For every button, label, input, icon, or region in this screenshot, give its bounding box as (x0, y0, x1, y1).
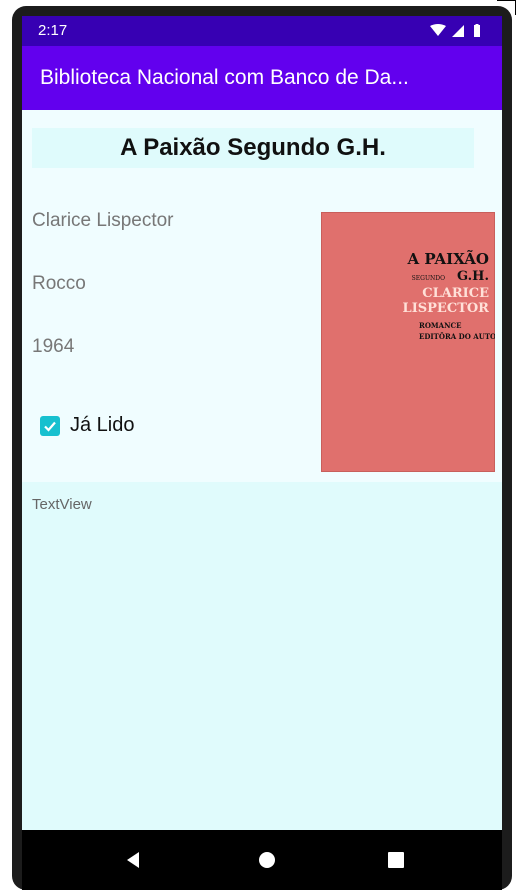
app-bar: Biblioteca Nacional com Banco de Da... (22, 46, 502, 110)
recents-button[interactable] (366, 830, 426, 890)
book-title: A Paixão Segundo G.H. (32, 128, 474, 168)
signal-icon (452, 25, 464, 37)
cover-title-line2: G.H. (457, 269, 489, 284)
back-icon (127, 852, 139, 868)
book-publisher: Rocco (32, 273, 86, 294)
cover-editora: EDITÔRA DO AUTOR (419, 332, 495, 341)
status-icons (430, 24, 480, 37)
wifi-icon (430, 24, 446, 36)
home-button[interactable] (237, 830, 297, 890)
book-author: Clarice Lispector (32, 210, 174, 231)
home-icon (259, 852, 275, 868)
recents-icon (388, 852, 404, 868)
check-icon (44, 421, 56, 432)
book-year: 1964 (32, 336, 75, 357)
cover-author-line1: CLARICE (422, 286, 489, 301)
app-title: Biblioteca Nacional com Banco de Da... (40, 66, 409, 89)
cover-title-small: SEGUNDO (412, 275, 445, 282)
cover-author-line2: LISPECTOR (403, 301, 490, 316)
battery-icon (474, 24, 480, 37)
cover-romance: ROMANCE (419, 321, 461, 330)
cover-title-line1: A PAIXÃO (406, 249, 489, 268)
status-time: 2:17 (38, 22, 68, 39)
read-checkbox[interactable] (40, 415, 60, 436)
status-bar: 2:17 (22, 16, 502, 46)
read-checkbox-label: Já Lido (70, 414, 135, 436)
book-cover-image: A PAIXÃO SEGUNDO G.H. CLARICE LISPECTOR … (321, 212, 495, 472)
read-checkbox-row[interactable]: Já Lido (40, 414, 135, 437)
navigation-bar (22, 830, 502, 890)
textview: TextView (32, 496, 92, 513)
frame-corner-line (497, 0, 516, 15)
back-button[interactable] (103, 830, 163, 890)
screen: 2:17 Biblioteca Nacional com Banco de Da… (22, 16, 502, 890)
